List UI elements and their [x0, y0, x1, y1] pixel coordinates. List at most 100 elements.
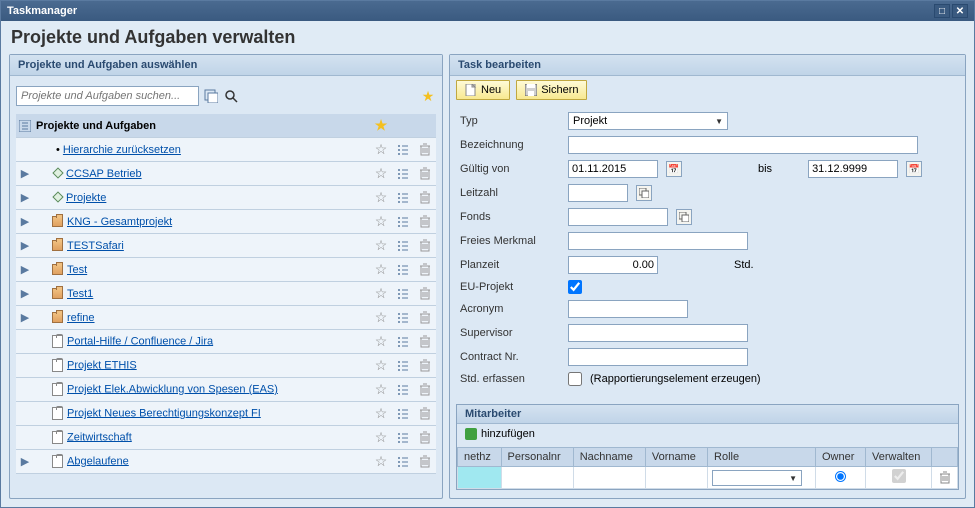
- delete-icon[interactable]: [414, 162, 436, 186]
- sort-icon[interactable]: [392, 162, 414, 186]
- star-icon[interactable]: ☆: [375, 141, 388, 157]
- tree-item-label[interactable]: Projekt Neues Berechtigungskonzept FI: [67, 407, 261, 419]
- delete-icon[interactable]: [414, 258, 436, 282]
- expand-toggle[interactable]: ▶: [16, 234, 34, 258]
- tree-item-label[interactable]: Portal-Hilfe / Confluence / Jira: [67, 335, 213, 347]
- sort-icon[interactable]: [392, 426, 414, 450]
- add-mitarbeiter-button[interactable]: hinzufügen: [465, 428, 535, 440]
- value-help-icon[interactable]: [203, 88, 219, 104]
- gueltig-von-input[interactable]: [568, 160, 658, 178]
- collapse-all-icon[interactable]: [16, 114, 34, 138]
- tree-row[interactable]: • Hierarchie zurücksetzen☆: [16, 138, 436, 162]
- tree-item-label[interactable]: TESTSafari: [67, 240, 124, 252]
- row-delete-button[interactable]: [932, 467, 958, 489]
- eu-projekt-checkbox[interactable]: [568, 280, 582, 294]
- date-picker-icon[interactable]: 📅: [666, 161, 682, 177]
- expand-toggle[interactable]: [16, 354, 34, 378]
- delete-icon[interactable]: [414, 282, 436, 306]
- expand-toggle[interactable]: ▶: [16, 306, 34, 330]
- sort-icon[interactable]: [392, 378, 414, 402]
- tree-row[interactable]: Projekt Elek.Abwicklung von Spesen (EAS)…: [16, 378, 436, 402]
- tree-row[interactable]: ▶ TESTSafari ☆: [16, 234, 436, 258]
- tree-row[interactable]: ▶ Abgelaufene ☆: [16, 450, 436, 474]
- sort-icon[interactable]: [392, 258, 414, 282]
- star-icon[interactable]: ☆: [375, 453, 388, 469]
- tree-row[interactable]: Projekt Neues Berechtigungskonzept FI ☆: [16, 402, 436, 426]
- tree-item-label[interactable]: Test: [67, 264, 87, 276]
- favorites-star-icon[interactable]: ★: [420, 88, 436, 104]
- star-icon[interactable]: ☆: [375, 429, 388, 445]
- sort-icon[interactable]: [392, 450, 414, 474]
- cell-owner[interactable]: [816, 467, 866, 489]
- save-button[interactable]: Sichern: [516, 80, 587, 100]
- tree-item-label[interactable]: Projekt Elek.Abwicklung von Spesen (EAS): [67, 383, 278, 395]
- tree-row[interactable]: ▶Projekte☆: [16, 186, 436, 210]
- sort-icon[interactable]: [392, 186, 414, 210]
- tree-row[interactable]: ▶ CCSAP Betrieb ☆: [16, 162, 436, 186]
- merkmal-input[interactable]: [568, 232, 748, 250]
- expand-toggle[interactable]: ▶: [16, 186, 34, 210]
- tree-item-label[interactable]: KNG - Gesamtprojekt: [67, 216, 172, 228]
- expand-toggle[interactable]: ▶: [16, 450, 34, 474]
- tree-item-label[interactable]: CCSAP Betrieb: [66, 168, 142, 180]
- sort-icon[interactable]: [392, 138, 414, 162]
- delete-icon[interactable]: [414, 354, 436, 378]
- maximize-button[interactable]: □: [934, 4, 950, 18]
- tree-row[interactable]: Projekt ETHIS ☆: [16, 354, 436, 378]
- sort-icon[interactable]: [392, 306, 414, 330]
- star-icon[interactable]: ☆: [375, 261, 388, 277]
- delete-icon[interactable]: [414, 138, 436, 162]
- tree-item-label[interactable]: Projekt ETHIS: [67, 359, 137, 371]
- tree-item-label[interactable]: Hierarchie zurücksetzen: [63, 144, 181, 156]
- cell-verwalten[interactable]: [866, 467, 932, 489]
- date-picker-icon[interactable]: 📅: [906, 161, 922, 177]
- tree-item-label[interactable]: Zeitwirtschaft: [67, 431, 132, 443]
- tree-row[interactable]: ▶ Test ☆: [16, 258, 436, 282]
- star-icon[interactable]: ☆: [375, 165, 388, 181]
- sort-icon[interactable]: [392, 210, 414, 234]
- acronym-input[interactable]: [568, 300, 688, 318]
- delete-icon[interactable]: [414, 330, 436, 354]
- tree-item-label[interactable]: Test1: [67, 288, 93, 300]
- expand-toggle[interactable]: [16, 330, 34, 354]
- expand-toggle[interactable]: ▶: [16, 162, 34, 186]
- tree-row[interactable]: ▶ Test1 ☆: [16, 282, 436, 306]
- delete-icon[interactable]: [414, 210, 436, 234]
- delete-icon[interactable]: [414, 234, 436, 258]
- star-icon[interactable]: ☆: [375, 213, 388, 229]
- delete-icon[interactable]: [414, 426, 436, 450]
- gueltig-bis-input[interactable]: [808, 160, 898, 178]
- sort-icon[interactable]: [392, 234, 414, 258]
- typ-select[interactable]: Projekt▼: [568, 112, 728, 130]
- value-help-icon[interactable]: [636, 185, 652, 201]
- star-icon[interactable]: ☆: [375, 285, 388, 301]
- expand-toggle[interactable]: ▶: [16, 210, 34, 234]
- delete-icon[interactable]: [414, 378, 436, 402]
- delete-icon[interactable]: [414, 402, 436, 426]
- tree-row[interactable]: Zeitwirtschaft ☆: [16, 426, 436, 450]
- cell-rolle[interactable]: ▼: [708, 467, 816, 489]
- contract-nr-input[interactable]: [568, 348, 748, 366]
- sort-icon[interactable]: [392, 402, 414, 426]
- expand-toggle[interactable]: [16, 138, 34, 162]
- tree-item-label[interactable]: Abgelaufene: [67, 455, 129, 467]
- new-button[interactable]: Neu: [456, 80, 510, 100]
- tree-row[interactable]: Portal-Hilfe / Confluence / Jira ☆: [16, 330, 436, 354]
- search-icon[interactable]: [223, 88, 239, 104]
- sort-icon[interactable]: [392, 282, 414, 306]
- supervisor-input[interactable]: [568, 324, 748, 342]
- col-nethz[interactable]: nethz: [458, 448, 502, 467]
- tree-item-label[interactable]: Projekte: [66, 192, 106, 204]
- col-rolle[interactable]: Rolle: [708, 448, 816, 467]
- delete-icon[interactable]: [414, 186, 436, 210]
- leitzahl-input[interactable]: [568, 184, 628, 202]
- star-icon[interactable]: ☆: [375, 333, 388, 349]
- expand-toggle[interactable]: ▶: [16, 258, 34, 282]
- delete-icon[interactable]: [414, 306, 436, 330]
- star-icon[interactable]: ☆: [375, 357, 388, 373]
- bezeichnung-input[interactable]: [568, 136, 918, 154]
- star-icon[interactable]: ☆: [375, 381, 388, 397]
- star-icon[interactable]: ☆: [375, 405, 388, 421]
- star-icon[interactable]: ☆: [375, 237, 388, 253]
- expand-toggle[interactable]: ▶: [16, 282, 34, 306]
